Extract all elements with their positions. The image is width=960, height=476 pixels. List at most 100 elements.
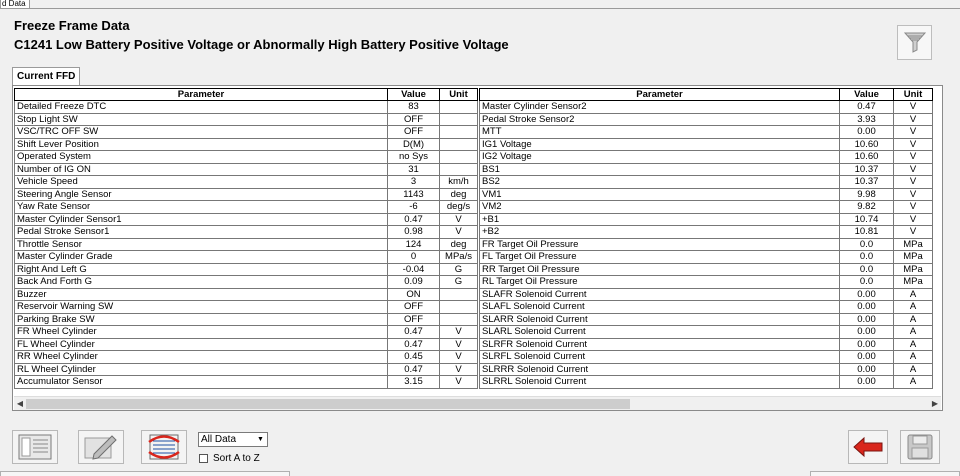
value-cell: 3.15 xyxy=(387,375,440,389)
unit-cell: V xyxy=(439,350,478,364)
table-row[interactable]: IG2 Voltage 10.60 V xyxy=(479,150,933,164)
table-row[interactable]: +B1 10.74 V xyxy=(479,212,933,226)
table-row[interactable]: VSC/TRC OFF SW OFF xyxy=(14,125,478,139)
value-cell: 124 xyxy=(387,237,440,251)
filter-button[interactable] xyxy=(897,25,932,60)
value-cell: -6 xyxy=(387,200,440,214)
value-cell: 3.93 xyxy=(839,112,894,126)
table-row[interactable]: FL Wheel Cylinder 0.47 V xyxy=(14,337,478,351)
value-cell: -0.04 xyxy=(387,262,440,276)
param-cell: Yaw Rate Sensor xyxy=(14,200,388,214)
save-button[interactable] xyxy=(900,430,940,464)
table-row[interactable]: Operated System no Sys xyxy=(14,150,478,164)
table-row[interactable]: Throttle Sensor 124 deg xyxy=(14,237,478,251)
table-row[interactable]: FL Target Oil Pressure 0.0 MPa xyxy=(479,250,933,264)
unit-cell: V xyxy=(893,137,933,151)
param-cell: Right And Left G xyxy=(14,262,388,276)
table-row[interactable]: FR Wheel Cylinder 0.47 V xyxy=(14,325,478,339)
table-row[interactable]: SLAFL Solenoid Current 0.00 A xyxy=(479,300,933,314)
table-row[interactable]: Parking Brake SW OFF xyxy=(14,312,478,326)
table-row[interactable]: RL Wheel Cylinder 0.47 V xyxy=(14,362,478,376)
table-row[interactable]: IG1 Voltage 10.60 V xyxy=(479,137,933,151)
param-cell: RL Wheel Cylinder xyxy=(14,362,388,376)
param-cell: Pedal Stroke Sensor1 xyxy=(14,225,388,239)
unit-cell: G xyxy=(439,275,478,289)
column-header-parameter[interactable]: Parameter xyxy=(14,88,388,101)
value-cell: 0.47 xyxy=(387,212,440,226)
table-row[interactable]: SLRFR Solenoid Current 0.00 A xyxy=(479,337,933,351)
table-row[interactable]: SLRRR Solenoid Current 0.00 A xyxy=(479,362,933,376)
table-row[interactable]: Number of IG ON 31 xyxy=(14,162,478,176)
table-row[interactable]: SLRRL Solenoid Current 0.00 A xyxy=(479,375,933,389)
table-row[interactable]: Master Cylinder Sensor2 0.47 V xyxy=(479,100,933,114)
unit-cell xyxy=(439,287,478,301)
table-row[interactable]: +B2 10.81 V xyxy=(479,225,933,239)
table-row[interactable]: VM1 9.98 V xyxy=(479,187,933,201)
column-header-value[interactable]: Value xyxy=(387,88,440,101)
table-row[interactable]: Pedal Stroke Sensor1 0.98 V xyxy=(14,225,478,239)
param-cell: +B1 xyxy=(479,212,840,226)
table-row[interactable]: FR Target Oil Pressure 0.0 MPa xyxy=(479,237,933,251)
table-row[interactable]: Master Cylinder Sensor1 0.47 V xyxy=(14,212,478,226)
table-row[interactable]: BS2 10.37 V xyxy=(479,175,933,189)
table-row[interactable]: Detailed Freeze DTC 83 xyxy=(14,100,478,114)
table-row[interactable]: Back And Forth G 0.09 G xyxy=(14,275,478,289)
table-row[interactable]: Vehicle Speed 3 km/h xyxy=(14,175,478,189)
switch-data-button[interactable] xyxy=(141,430,187,464)
table-row[interactable]: MTT 0.00 V xyxy=(479,125,933,139)
scrollbar-thumb[interactable] xyxy=(26,399,630,409)
horizontal-scrollbar[interactable]: ◀ ▶ xyxy=(14,396,941,410)
table-row[interactable]: SLAFR Solenoid Current 0.00 A xyxy=(479,287,933,301)
scroll-right-icon[interactable]: ▶ xyxy=(929,397,941,411)
table-row[interactable]: VM2 9.82 V xyxy=(479,200,933,214)
param-cell: Accumulator Sensor xyxy=(14,375,388,389)
tab-current-ffd[interactable]: Current FFD xyxy=(12,67,81,85)
table-row[interactable]: BS1 10.37 V xyxy=(479,162,933,176)
left-data-table: Parameter Value Unit Detailed Freeze DTC… xyxy=(14,88,478,389)
chevron-down-icon[interactable]: ▼ xyxy=(255,434,266,445)
table-row[interactable]: Stop Light SW OFF xyxy=(14,112,478,126)
table-row[interactable]: SLRFL Solenoid Current 0.00 A xyxy=(479,350,933,364)
edit-button[interactable] xyxy=(78,430,124,464)
table-row[interactable]: Shift Lever Position D(M) xyxy=(14,137,478,151)
unit-cell: deg xyxy=(439,237,478,251)
param-cell: Master Cylinder Grade xyxy=(14,250,388,264)
column-header-value[interactable]: Value xyxy=(839,88,894,101)
column-header-unit[interactable]: Unit xyxy=(439,88,478,101)
value-cell: 10.37 xyxy=(839,162,894,176)
table-row[interactable]: SLARR Solenoid Current 0.00 A xyxy=(479,312,933,326)
sort-checkbox[interactable]: Sort A to Z xyxy=(199,453,260,464)
column-header-parameter[interactable]: Parameter xyxy=(479,88,840,101)
table-row[interactable]: RL Target Oil Pressure 0.0 MPa xyxy=(479,275,933,289)
param-cell: Reservoir Warning SW xyxy=(14,300,388,314)
data-list-button[interactable] xyxy=(12,430,58,464)
divider xyxy=(0,8,960,9)
param-cell: Throttle Sensor xyxy=(14,237,388,251)
table-row[interactable]: Reservoir Warning SW OFF xyxy=(14,300,478,314)
table-row[interactable]: SLARL Solenoid Current 0.00 A xyxy=(479,325,933,339)
unit-cell: deg/s xyxy=(439,200,478,214)
scroll-left-icon[interactable]: ◀ xyxy=(14,397,26,411)
table-row[interactable]: RR Wheel Cylinder 0.45 V xyxy=(14,350,478,364)
table-row[interactable]: Pedal Stroke Sensor2 3.93 V xyxy=(479,112,933,126)
table-row[interactable]: RR Target Oil Pressure 0.0 MPa xyxy=(479,262,933,276)
table-row[interactable]: Yaw Rate Sensor -6 deg/s xyxy=(14,200,478,214)
column-header-unit[interactable]: Unit xyxy=(893,88,933,101)
data-filter-select[interactable]: All Data ▼ xyxy=(198,432,268,447)
value-cell: 3 xyxy=(387,175,440,189)
value-cell: 0.00 xyxy=(839,375,894,389)
table-row[interactable]: Right And Left G -0.04 G xyxy=(14,262,478,276)
unit-cell: MPa xyxy=(893,275,933,289)
unit-cell: V xyxy=(893,100,933,114)
table-row[interactable]: Buzzer ON xyxy=(14,287,478,301)
table-row[interactable]: Master Cylinder Grade 0 MPa/s xyxy=(14,250,478,264)
param-cell: Master Cylinder Sensor2 xyxy=(479,100,840,114)
table-row[interactable]: Accumulator Sensor 3.15 V xyxy=(14,375,478,389)
back-button[interactable] xyxy=(848,430,888,464)
param-cell: SLRFL Solenoid Current xyxy=(479,350,840,364)
value-cell: 10.37 xyxy=(839,175,894,189)
checkbox-box[interactable] xyxy=(199,454,208,463)
unit-cell xyxy=(439,125,478,139)
page-title: Freeze Frame Data xyxy=(14,18,130,33)
table-row[interactable]: Steering Angle Sensor 1143 deg xyxy=(14,187,478,201)
